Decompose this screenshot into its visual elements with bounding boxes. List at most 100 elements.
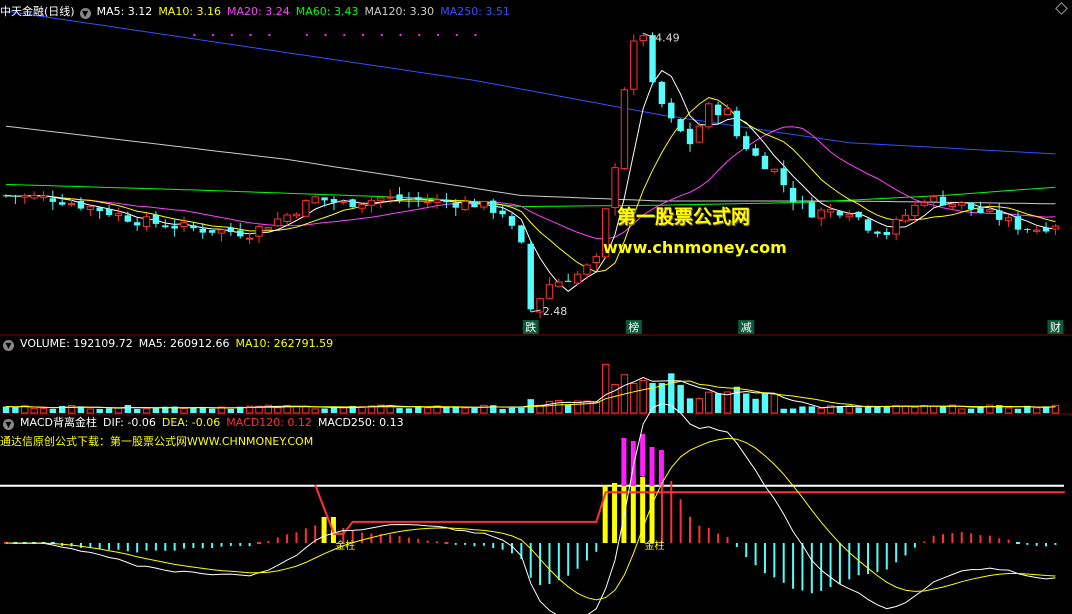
volume-bar xyxy=(874,406,881,413)
volume-bar xyxy=(321,408,328,413)
volume-bar xyxy=(677,384,684,413)
volume-bar xyxy=(695,398,704,414)
candle-body xyxy=(677,119,684,132)
volume-bar xyxy=(911,406,919,414)
candle-body xyxy=(274,218,282,227)
candle-body xyxy=(461,200,469,211)
volume-value: VOLUME: 192109.72 xyxy=(20,337,133,350)
volume-bar xyxy=(658,382,666,413)
candle-body xyxy=(443,200,450,203)
volume-bar xyxy=(743,393,750,413)
candle-body xyxy=(349,199,356,208)
macd-dash xyxy=(444,542,449,544)
gold-column xyxy=(630,479,636,543)
candle-body xyxy=(180,222,188,228)
candle-body xyxy=(471,201,478,208)
volume-bar xyxy=(714,393,722,413)
volume-bar xyxy=(592,401,601,414)
candle-body xyxy=(714,104,722,116)
candle-body xyxy=(996,210,1003,220)
volume-bar xyxy=(30,408,38,414)
candle-body xyxy=(743,136,750,150)
volume-bar xyxy=(601,363,610,414)
candle-body xyxy=(152,214,160,224)
candle-body xyxy=(977,208,984,213)
volume-panel-header: ▼ VOLUME: 192109.72 MA5: 260912.66 MA10: 26… xyxy=(0,336,339,352)
candle-body xyxy=(77,200,85,209)
candle-body xyxy=(1051,225,1060,230)
candle-body xyxy=(565,280,572,282)
candle-body xyxy=(911,204,919,217)
collapse-toggle-icon[interactable]: ▼ xyxy=(79,8,91,19)
macd-dash xyxy=(1015,542,1020,544)
volume-bar xyxy=(639,379,647,414)
candle-body xyxy=(124,215,132,222)
candle-body xyxy=(217,229,226,234)
signal-dot xyxy=(305,34,308,36)
promo-text: 通达信原创公式下载：第一股票公式网WWW.CHNMONEY.COM xyxy=(0,435,314,448)
macd-collapse-icon[interactable]: ▼ xyxy=(3,419,14,430)
candle-body xyxy=(405,198,413,200)
magenta-column xyxy=(649,447,655,486)
candle-body xyxy=(142,216,151,227)
candle-body xyxy=(592,255,601,264)
volume-bar xyxy=(124,405,132,413)
ma-legend-item: MA10: 3.16 xyxy=(158,5,222,18)
candle-body xyxy=(283,214,291,222)
macd-dash xyxy=(256,542,261,544)
signal-dot xyxy=(212,34,215,36)
candle-body xyxy=(658,81,666,105)
volume-bar xyxy=(133,408,141,413)
volume-bar xyxy=(770,393,779,414)
signal-dot xyxy=(455,34,458,36)
candle-body xyxy=(1042,227,1050,232)
volume-bar xyxy=(227,408,235,413)
candle-body xyxy=(545,284,554,299)
candle-body xyxy=(527,243,534,310)
macd-dea: DEA: -0.06 xyxy=(161,416,221,429)
signal-dot xyxy=(343,34,346,36)
signal-dot xyxy=(399,34,402,36)
volume-bar xyxy=(86,408,95,414)
candle-body xyxy=(508,216,516,226)
volume-bar xyxy=(180,408,188,414)
candle-body xyxy=(490,200,497,213)
watermark-url: www.chnmoney.com xyxy=(603,238,787,257)
signal-dot xyxy=(193,34,196,36)
candle-body xyxy=(770,168,779,172)
watermark-cn: 第一股票公式网 xyxy=(617,206,751,228)
volume-bar xyxy=(423,407,432,414)
volume-ma5: MA5: 260912.66 xyxy=(138,337,230,350)
volume-collapse-icon[interactable]: ▼ xyxy=(3,340,14,351)
candle-body xyxy=(452,202,459,208)
candle-body xyxy=(892,219,900,235)
candle-body xyxy=(705,103,713,128)
ma120-line xyxy=(5,125,1056,205)
magenta-column xyxy=(621,438,627,486)
candle-body xyxy=(958,202,966,206)
volume-ma10: MA10: 262791.59 xyxy=(235,337,334,350)
candle-body xyxy=(826,209,835,213)
candle-body xyxy=(695,125,704,143)
candle-body xyxy=(864,219,872,231)
candle-body xyxy=(12,195,19,197)
candle-body xyxy=(1014,216,1022,230)
candle-body xyxy=(199,228,206,233)
candle-body xyxy=(808,202,816,218)
candle-body xyxy=(686,128,694,145)
candle-body xyxy=(789,187,797,202)
magenta-column xyxy=(630,441,636,486)
candle-body xyxy=(752,148,759,156)
signal-label: 榜 xyxy=(628,320,639,334)
volume-bar xyxy=(780,408,787,413)
ma-legend-item: MA20: 3.24 xyxy=(227,5,290,18)
candle-body xyxy=(321,197,328,201)
signal-dot xyxy=(324,34,327,36)
volume-bar xyxy=(302,405,310,414)
candle-body xyxy=(396,194,403,200)
volume-bar xyxy=(292,405,301,414)
volume-bar xyxy=(1033,407,1041,414)
candle-body xyxy=(237,230,244,237)
volume-bar xyxy=(405,408,413,413)
ma-legend-item: MA250: 3.51 xyxy=(440,5,510,18)
